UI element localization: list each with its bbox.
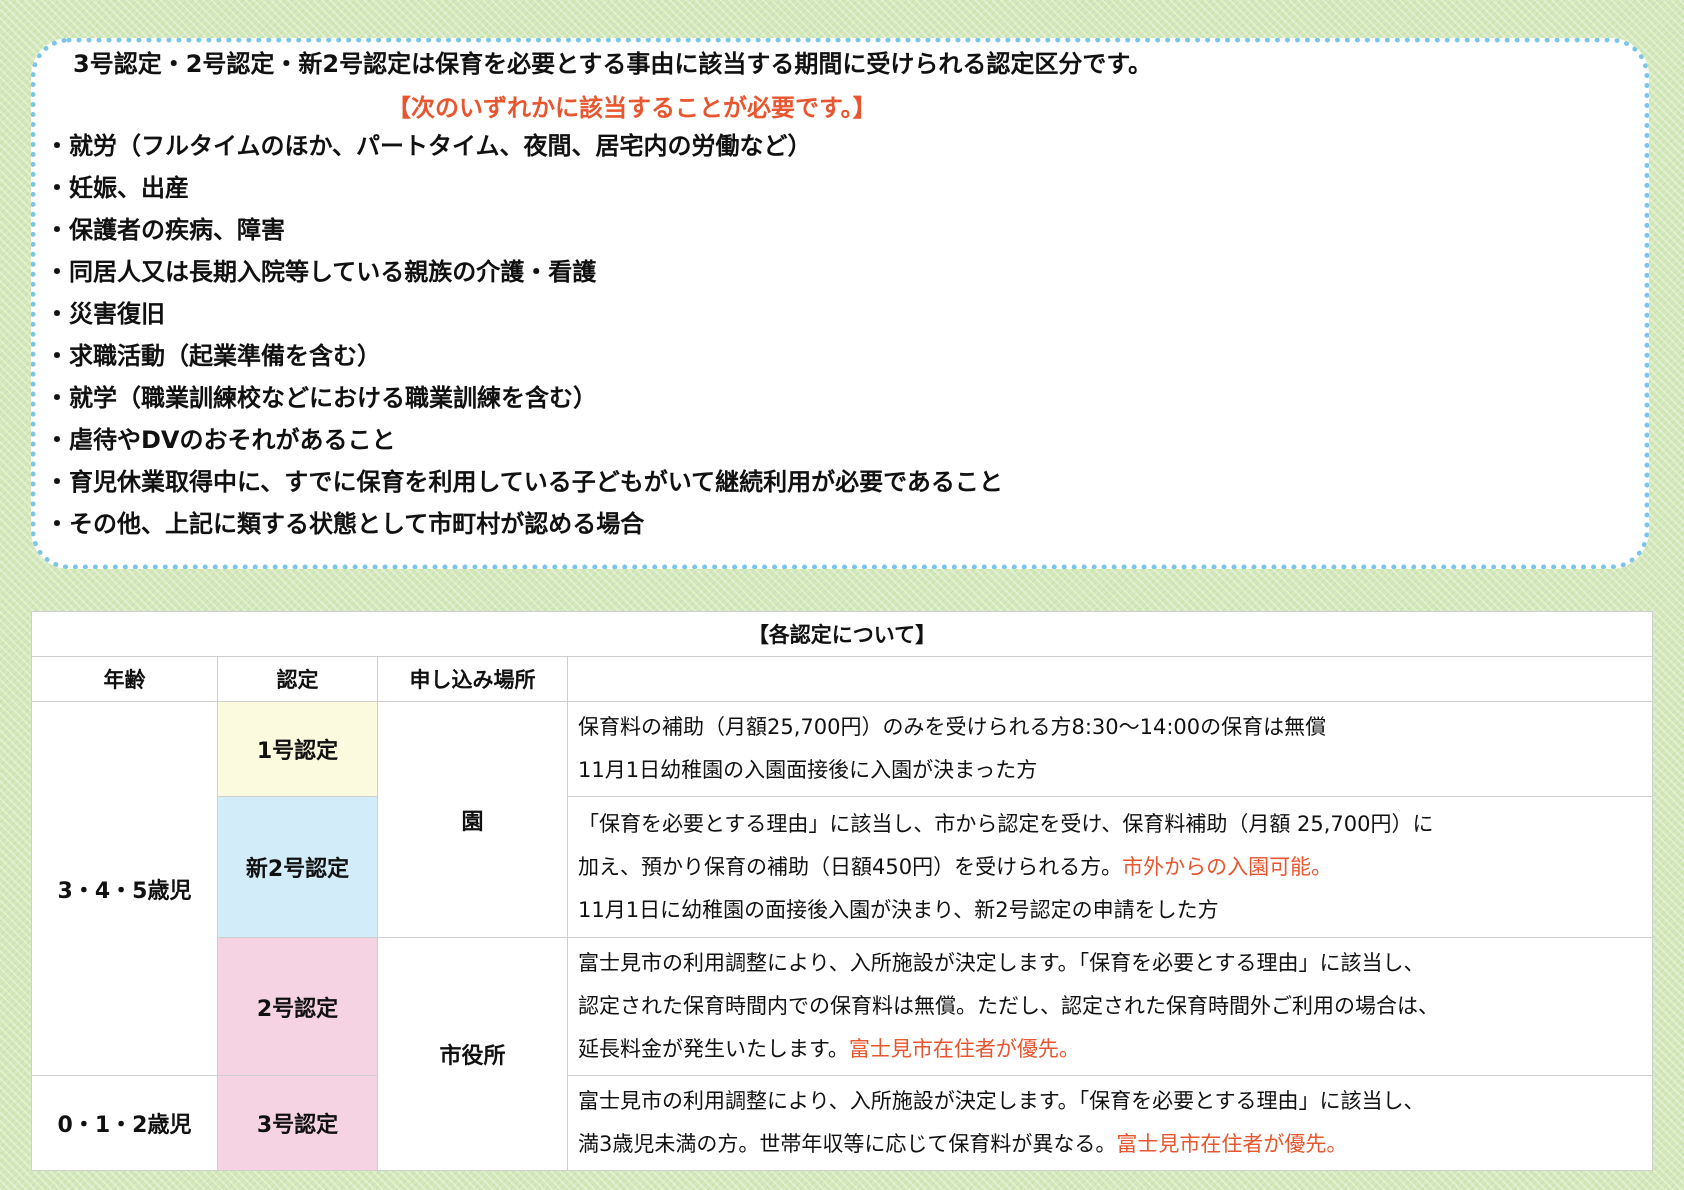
header-desc [567, 656, 1653, 702]
description-line: 11月1日幼稚園の入園面接後に入園が決まった方 [578, 758, 1038, 782]
table-row: 0・1・2歳児 3号認定 富士見市の利用調整により、入所施設が決定します。「保育… [31, 1075, 1653, 1171]
reason-item: ・その他、上記に類する状態として市町村が認める場合 [45, 510, 645, 538]
cert3-description: 富士見市の利用調整により、入所施設が決定します。「保育を必要とする理由」に該当し… [567, 1075, 1653, 1171]
description-line: 保育料の補助（月額25,700円）のみを受けられる方8:30〜14:00の保育は… [578, 715, 1327, 739]
cert2-description: 富士見市の利用調整により、入所施設が決定します。「保育を必要とする理由」に該当し… [567, 937, 1653, 1076]
description-line: 満3歳児未満の方。世帯年収等に応じて保育料が異なる。富士見市在住者が優先。 [578, 1123, 1642, 1166]
age-cell-345: 3・4・5歳児 [31, 701, 218, 1076]
description-line: 富士見市の利用調整により、入所施設が決定します。「保育を必要とする理由」に該当し… [578, 1089, 1425, 1113]
reason-item: ・育児休業取得中に、すでに保育を利用している子どもがいて継続利用が必要であること [45, 468, 1003, 496]
header-age: 年齢 [31, 656, 218, 702]
reason-item: ・就学（職業訓練校などにおける職業訓練を含む） [45, 384, 597, 412]
place-kindergarten: 園 [377, 701, 568, 938]
reason-item: ・災害復旧 [45, 300, 165, 328]
table-row: 3・4・5歳児 1号認定 園 保育料の補助（月額25,700円）のみを受けられる… [31, 701, 1653, 1076]
description-text: 満3歳児未満の方。世帯年収等に応じて保育料が異なる。 [578, 1132, 1117, 1156]
header-place: 申し込み場所 [377, 656, 568, 702]
cert-label-new2: 新2号認定 [217, 796, 378, 938]
reason-item: ・求職活動（起業準備を含む） [45, 342, 381, 370]
highlight-text: 富士見市在住者が優先。 [848, 1037, 1080, 1061]
reason-item: ・保護者の疾病、障害 [45, 216, 285, 244]
highlight-text: 富士見市在住者が優先。 [1116, 1132, 1348, 1156]
description-text: 延長料金が発生いたします。 [578, 1037, 849, 1061]
description-line: 富士見市の利用調整により、入所施設が決定します。「保育を必要とする理由」に該当し… [578, 951, 1425, 975]
highlight-text: 市外からの入園可能。 [1122, 854, 1333, 879]
cert1-description: 保育料の補助（月額25,700円）のみを受けられる方8:30〜14:00の保育は… [567, 701, 1653, 797]
certification-table: 【各認定について】 年齢 認定 申し込み場所 3・4・5歳児 1号認定 園 保育… [31, 611, 1653, 1171]
description-line: 11月1日に幼稚園の面接後入園が決まり、新2号認定の申請をした方 [578, 897, 1219, 922]
header-cert: 認定 [217, 656, 378, 702]
reasons-title: 3号認定・2号認定・新2号認定は保育を必要とする事由に該当する期間に受けられる認… [73, 50, 1152, 78]
place-city-hall: 市役所 [377, 937, 568, 1171]
cert-label-2: 2号認定 [217, 937, 378, 1076]
reason-item: ・同居人又は長期入院等している親族の介護・看護 [45, 258, 597, 286]
cert-label-3: 3号認定 [217, 1075, 378, 1171]
reason-item: ・就労（フルタイムのほか、パートタイム、夜間、居宅内の労働など） [45, 132, 812, 160]
cert-label-1: 1号認定 [217, 701, 378, 797]
reason-item: ・妊娠、出産 [45, 174, 189, 202]
reasons-note: 【次のいずれかに該当することが必要です。】 [387, 94, 877, 122]
description-line: 延長料金が発生いたします。富士見市在住者が優先。 [578, 1028, 1642, 1071]
description-line: 加え、預かり保育の補助（日額450円）を受けられる方。市外からの入園可能。 [578, 846, 1642, 889]
table-row: 新2号認定 「保育を必要とする理由」に該当し、市から認定を受け、保育料補助（月額… [32, 796, 1653, 938]
reason-item: ・虐待やDVのおそれがあること [45, 426, 396, 454]
table-caption: 【各認定について】 [31, 611, 1653, 657]
description-line: 「保育を必要とする理由」に該当し、市から認定を受け、保育料補助（月額 25,70… [578, 811, 1434, 836]
table-row: 2号認定 市役所 富士見市の利用調整により、入所施設が決定します。「保育を必要と… [32, 937, 1653, 1171]
table-header-row: 年齢 認定 申し込み場所 [31, 656, 1653, 702]
reason-list: ・就労（フルタイムのほか、パートタイム、夜間、居宅内の労働など） ・妊娠、出産 … [45, 125, 1003, 545]
description-text: 加え、預かり保育の補助（日額450円）を受けられる方。 [578, 854, 1123, 879]
new2-description: 「保育を必要とする理由」に該当し、市から認定を受け、保育料補助（月額 25,70… [567, 796, 1653, 938]
description-line: 認定された保育時間内での保育料は無償。ただし、認定された保育時間外ご利用の場合は… [578, 994, 1439, 1018]
age-cell-012: 0・1・2歳児 [31, 1075, 218, 1171]
